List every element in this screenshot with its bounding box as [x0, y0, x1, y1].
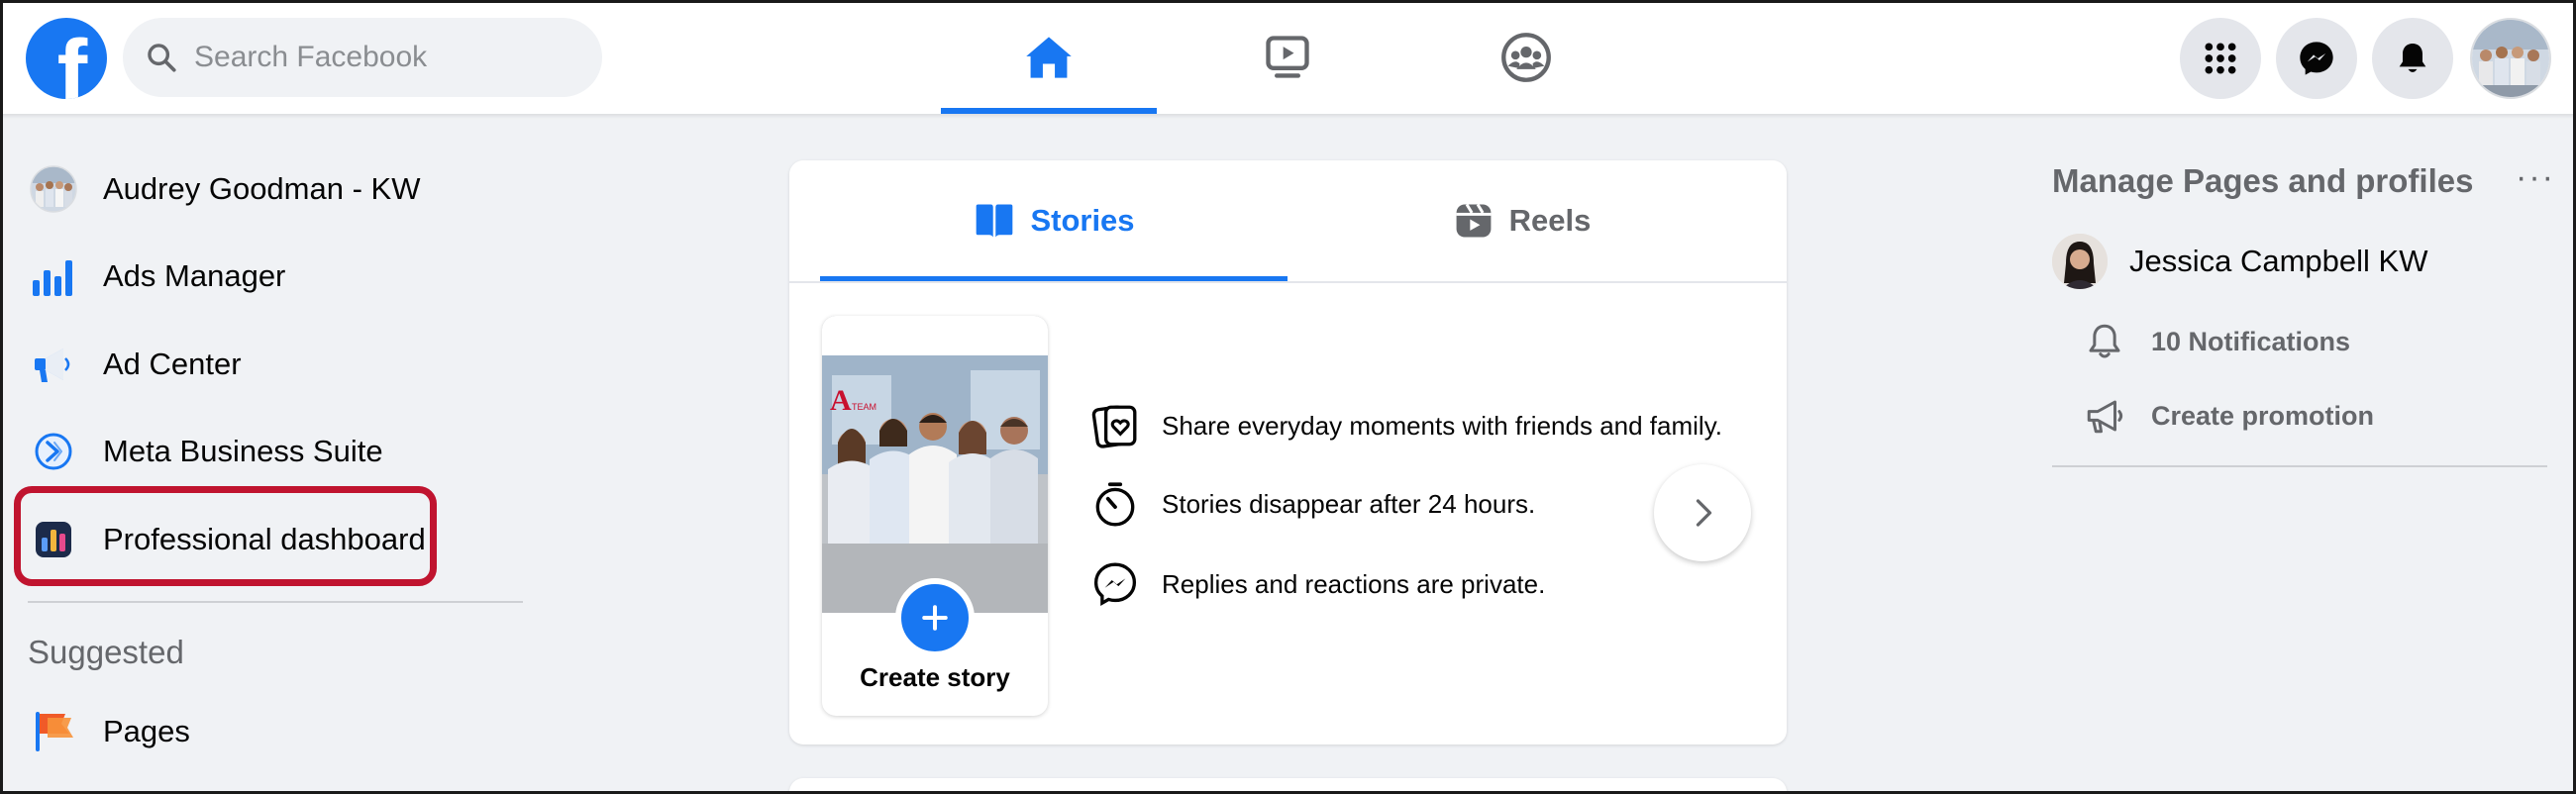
top-navigation-bar: f: [0, 0, 2576, 114]
notifications-label: 10 Notifications: [2151, 326, 2351, 356]
tab-stories[interactable]: Stories: [820, 160, 1288, 281]
bell-icon: [2089, 324, 2120, 358]
search-icon: [148, 44, 176, 72]
megaphone-icon: [28, 339, 79, 390]
plus-icon: [922, 605, 948, 631]
create-story-label: Create story: [860, 662, 1010, 692]
search-bar[interactable]: [123, 18, 602, 97]
tab-reels[interactable]: Reels: [1288, 160, 1755, 281]
manage-pages-heading: Manage Pages and profiles: [2052, 162, 2474, 199]
profile-avatar: [28, 163, 79, 215]
sidebar-item-profile[interactable]: Audrey Goodman - KW: [28, 159, 420, 219]
sidebar-item-label: Ads Manager: [103, 258, 286, 293]
account-avatar[interactable]: [2470, 18, 2551, 99]
story-info-text: Replies and reactions are private.: [1162, 568, 1546, 599]
managed-profile[interactable]: Jessica Campbell KW: [2052, 234, 2427, 289]
create-promotion-label: Create promotion: [2151, 400, 2375, 431]
messenger-icon: [2300, 42, 2333, 75]
menu-button[interactable]: [2180, 18, 2261, 99]
grid-menu-icon: [2205, 43, 2236, 74]
composer-card: [789, 778, 1787, 794]
story-info-text: Stories disappear after 24 hours.: [1162, 488, 1536, 519]
facebook-logo-glyph: f: [56, 22, 88, 99]
reels-icon: [1456, 203, 1492, 238]
team-photo-thumbnail: [2472, 20, 2549, 97]
business-suite-icon: [28, 426, 79, 477]
messenger-icon: [1093, 562, 1137, 607]
bar-chart-icon: [28, 250, 79, 302]
suggested-heading: Suggested: [28, 634, 184, 670]
team-photo: A TEAM: [822, 316, 1048, 613]
story-info-row: Share everyday moments with friends and …: [1090, 401, 1722, 450]
create-story-tile[interactable]: A TEAM Create story: [822, 316, 1048, 716]
profile-name: Jessica Campbell KW: [2129, 244, 2428, 278]
groups-icon: [1501, 32, 1551, 82]
sidebar-item-ad-center[interactable]: Ad Center: [28, 335, 242, 394]
tabs-divider: [789, 281, 1787, 283]
story-info-row: Stories disappear after 24 hours.: [1090, 479, 1535, 529]
notifications-link[interactable]: 10 Notifications: [2084, 321, 2350, 362]
stopwatch-icon: [1095, 482, 1135, 527]
sidebar-item-label: Pages: [103, 714, 190, 748]
sidebar-item-label: Ad Center: [103, 347, 242, 381]
tab-label: Reels: [1508, 203, 1592, 238]
bell-icon: [2399, 44, 2426, 72]
facebook-logo[interactable]: f: [26, 18, 107, 99]
flag-icon: [28, 706, 79, 757]
sidebar-item-label: Audrey Goodman - KW: [103, 171, 421, 206]
megaphone-icon: [2087, 400, 2123, 434]
messenger-button[interactable]: [2276, 18, 2357, 99]
video-icon: [1266, 35, 1309, 78]
right-divider: [2052, 465, 2547, 467]
tab-label: Stories: [1030, 203, 1135, 238]
sidebar-divider: [28, 601, 523, 603]
profile-avatar: [2052, 234, 2108, 289]
next-button[interactable]: [1654, 464, 1751, 561]
svg-text:TEAM: TEAM: [852, 402, 876, 412]
search-input[interactable]: [194, 41, 570, 74]
sidebar-item-ads-manager[interactable]: Ads Manager: [28, 247, 285, 306]
add-story-button[interactable]: [895, 578, 975, 657]
sidebar-item-label: Meta Business Suite: [103, 434, 383, 468]
story-info-text: Share everyday moments with friends and …: [1162, 410, 1722, 441]
home-icon: [1026, 36, 1072, 78]
sidebar-item-pages[interactable]: Pages: [28, 702, 190, 761]
sidebar-item-meta-business-suite[interactable]: Meta Business Suite: [28, 422, 383, 481]
book-icon: [977, 204, 1013, 238]
highlight-box: [14, 486, 437, 586]
stories-card: Stories Reels A TEAM Create story Share …: [789, 160, 1787, 744]
notifications-button[interactable]: [2372, 18, 2453, 99]
photo-heart-icon: [1091, 405, 1137, 448]
nav-tab-home[interactable]: [941, 0, 1157, 114]
photo-banner-text: A: [830, 384, 852, 417]
more-options-button[interactable]: ···: [2516, 158, 2555, 197]
story-info-row: Replies and reactions are private.: [1090, 559, 1545, 609]
create-promotion-link[interactable]: Create promotion: [2084, 395, 2374, 437]
nav-tab-groups[interactable]: [1418, 0, 1634, 114]
chevron-right-icon: [1696, 499, 1712, 527]
nav-tab-watch[interactable]: [1180, 0, 1395, 114]
